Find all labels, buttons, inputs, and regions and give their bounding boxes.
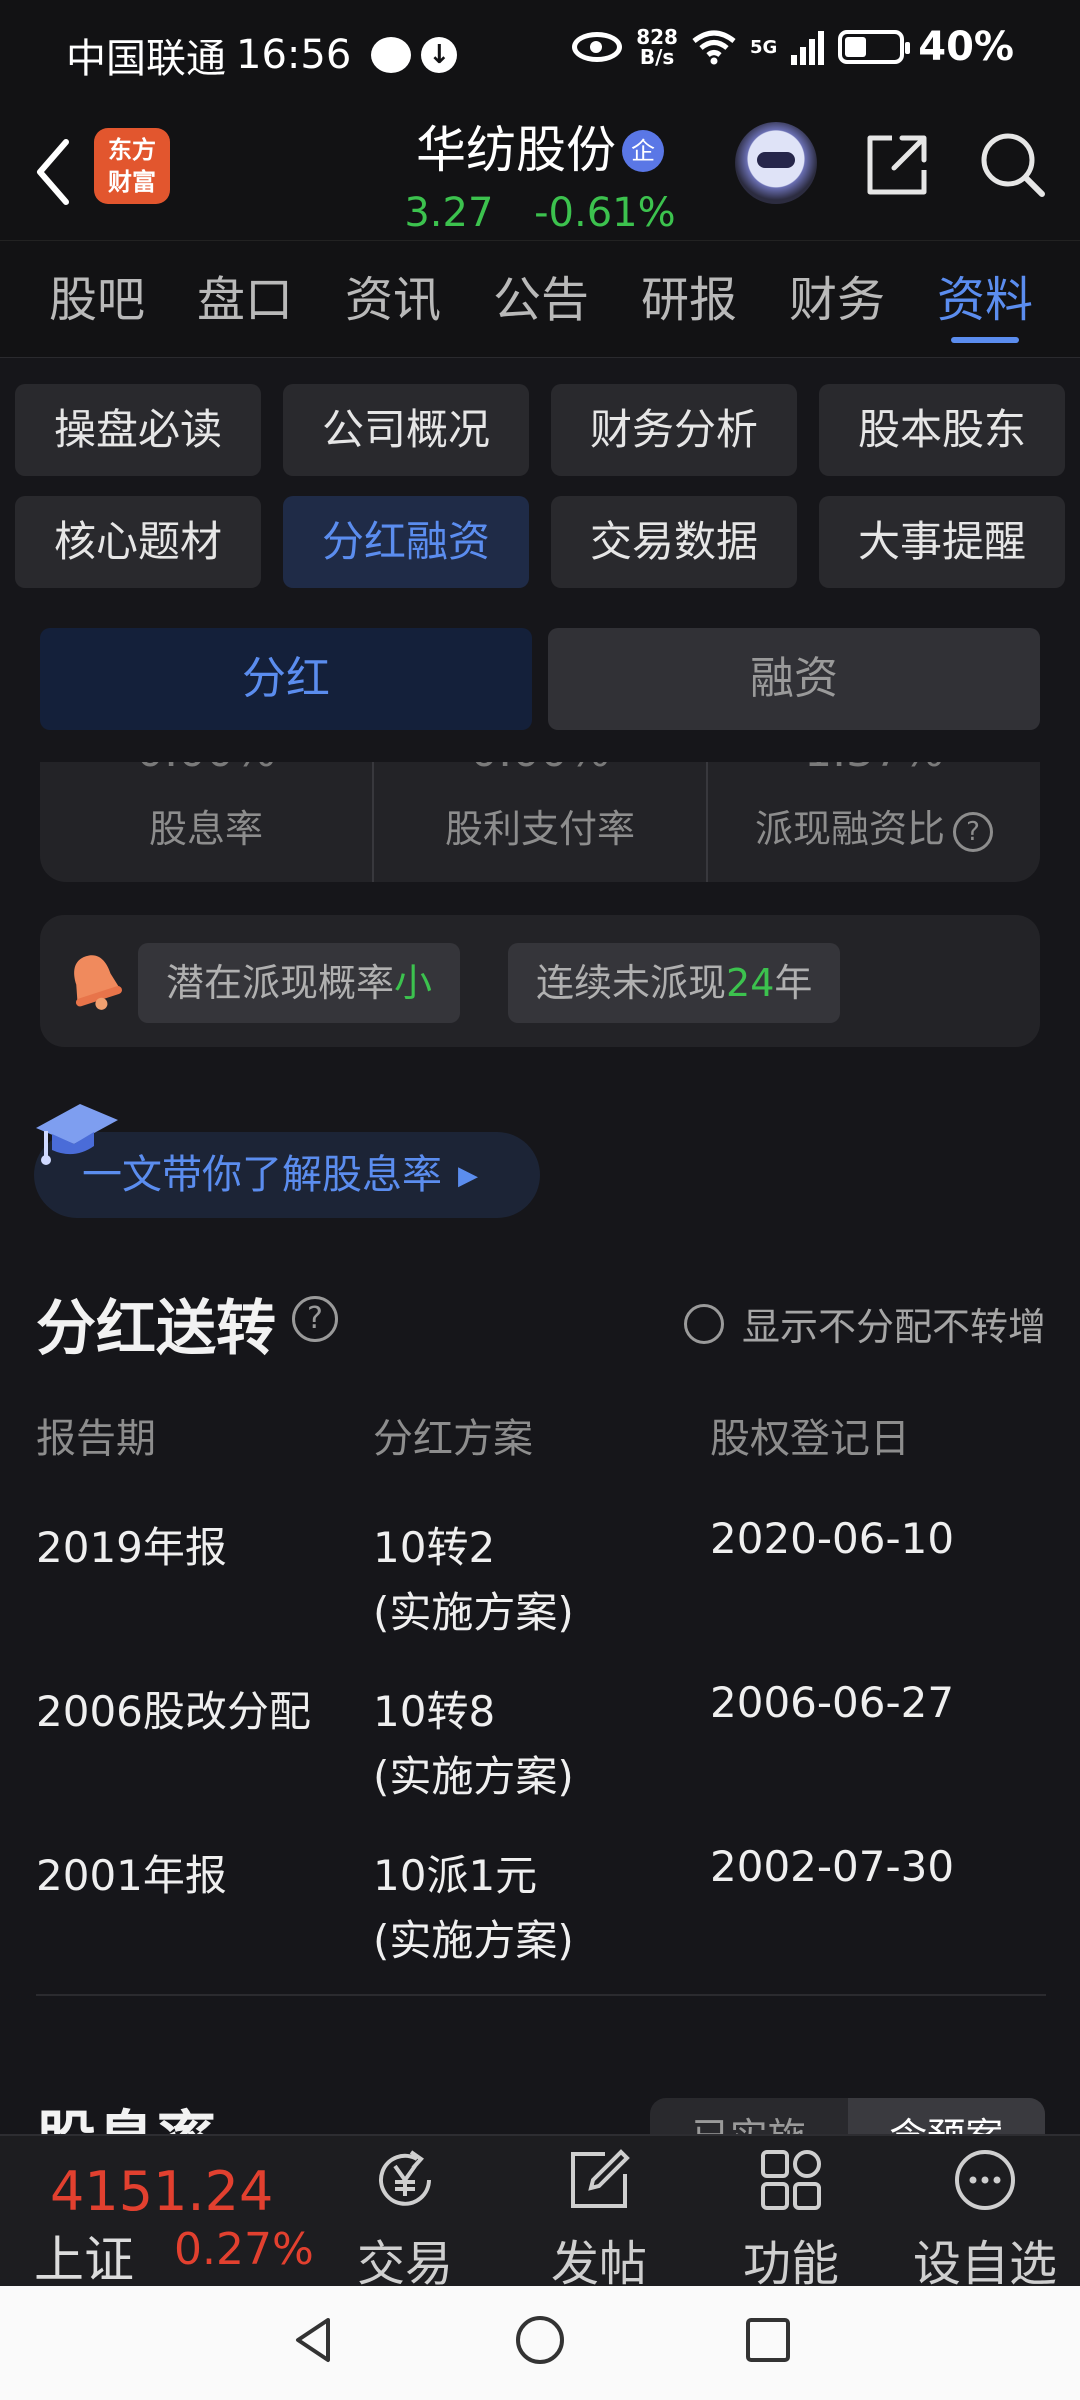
share-icon[interactable] bbox=[862, 130, 932, 200]
cell-period: 2006股改分配 bbox=[36, 1687, 311, 1736]
metric-value: 1.37% bbox=[708, 762, 1040, 777]
column-header: 股权登记日 bbox=[710, 1416, 910, 1462]
tab-pankou[interactable]: 盘口 bbox=[171, 241, 319, 357]
bell-icon bbox=[74, 955, 122, 1010]
eye-comfort-icon bbox=[572, 32, 623, 62]
tab-announcements[interactable]: 公告 bbox=[467, 241, 615, 357]
table-row[interactable]: 2001年报 10派1元 (实施方案) 2002-07-30 bbox=[36, 1842, 1046, 1968]
toggle-label: 显示不分配不转增 bbox=[741, 1305, 1046, 1349]
metric-payout-financing-ratio: 1.37% 派现融资比? bbox=[706, 762, 1040, 882]
cell-plan: 10派1元 (实施方案) bbox=[373, 1851, 574, 1965]
metric-value: 0.00% bbox=[374, 762, 706, 777]
nav-trade[interactable]: 交易 bbox=[330, 2146, 480, 2294]
main-tabs: 股吧 盘口 资讯 公告 研报 财务 资料 bbox=[0, 240, 1080, 358]
battery-icon bbox=[838, 30, 911, 64]
index-change: 0.27% bbox=[174, 2224, 314, 2275]
profile-subnav: 操盘必读 公司概况 财务分析 股本股东 核心题材 分红融资 交易数据 大事提醒 bbox=[15, 384, 1065, 588]
column-header: 报告期 bbox=[36, 1416, 156, 1462]
cell-plan: 10转8 (实施方案) bbox=[373, 1687, 574, 1801]
subnav-events[interactable]: 大事提醒 bbox=[819, 496, 1065, 588]
more-icon bbox=[955, 2150, 1015, 2210]
metric-value: 0.00% bbox=[40, 762, 372, 777]
column-header: 分红方案 bbox=[373, 1416, 533, 1462]
stock-price: 3.27 bbox=[404, 190, 494, 236]
segment-financing[interactable]: 融资 bbox=[548, 628, 1040, 730]
graduation-cap-icon bbox=[36, 1104, 118, 1165]
dividend-section-title: 分红送转 bbox=[36, 1294, 276, 1364]
subnav-core-themes[interactable]: 核心题材 bbox=[15, 496, 261, 588]
ai-assistant-icon[interactable] bbox=[735, 122, 817, 204]
system-navigation-bar bbox=[0, 2286, 1080, 2400]
clock: 16:56 bbox=[236, 32, 352, 78]
stock-header: 东方 财富 华纺股份企 3.27 -0.61% bbox=[0, 100, 1080, 240]
dividend-financing-switch: 分红 融资 bbox=[40, 628, 1040, 730]
system-back-icon[interactable] bbox=[284, 2310, 344, 2370]
payout-probability-chip[interactable]: 潜在派现概率小 bbox=[138, 943, 461, 1023]
payout-alert-card: 潜在派现概率小 连续未派现24年 bbox=[40, 915, 1040, 1047]
tab-research[interactable]: 研报 bbox=[615, 241, 763, 357]
stock-change: -0.61% bbox=[534, 190, 676, 236]
dividend-metrics-card: 0.00% 股息率 0.00% 股利支付率 1.37% 派现融资比? bbox=[40, 762, 1040, 882]
subnav-trading-data[interactable]: 交易数据 bbox=[551, 496, 797, 588]
subnav-shareholders[interactable]: 股本股东 bbox=[819, 384, 1065, 476]
help-icon[interactable]: ? bbox=[953, 811, 993, 852]
cell-period: 2001年报 bbox=[36, 1851, 227, 1900]
cell-record-date: 2006-06-27 bbox=[710, 1678, 955, 1727]
subnav-company-overview[interactable]: 公司概况 bbox=[283, 384, 529, 476]
enterprise-badge: 企 bbox=[622, 130, 664, 172]
cell-period: 2019年报 bbox=[36, 1523, 227, 1572]
cell-record-date: 2002-07-30 bbox=[710, 1842, 955, 1891]
compose-icon bbox=[571, 2149, 630, 2208]
grid-icon bbox=[761, 2150, 821, 2210]
status-bar: 中国联通 16:56 ↓ 828 B/s 5G 40% bbox=[0, 0, 1080, 100]
battery-percent: 40% bbox=[918, 24, 1014, 70]
cell-plan: 10转2 (实施方案) bbox=[373, 1523, 574, 1637]
tab-guba[interactable]: 股吧 bbox=[23, 241, 171, 357]
index-name: 上证 bbox=[34, 2231, 134, 2289]
metric-payout-ratio: 0.00% 股利支付率 bbox=[372, 762, 706, 882]
tab-profile[interactable]: 资料 bbox=[911, 241, 1059, 357]
yen-icon bbox=[379, 2150, 431, 2206]
carrier-label: 中国联通 bbox=[66, 36, 226, 82]
metric-dividend-yield: 0.00% 股息率 bbox=[40, 762, 372, 882]
search-icon[interactable] bbox=[978, 130, 1048, 200]
table-row[interactable]: 2019年报 10转2 (实施方案) 2020-06-10 bbox=[36, 1514, 1046, 1640]
metric-label: 股利支付率 bbox=[444, 807, 635, 851]
help-icon[interactable]: ? bbox=[292, 1296, 338, 1342]
stock-name: 华纺股份 bbox=[416, 121, 616, 179]
bottom-toolbar: 4151.24 上证 0.27% 交易 发帖 功能 设自选 bbox=[0, 2134, 1080, 2292]
nav-functions[interactable]: 功能 bbox=[716, 2146, 866, 2294]
system-recents-icon[interactable] bbox=[738, 2310, 798, 2370]
cell-record-date: 2020-06-10 bbox=[710, 1514, 955, 1563]
show-no-distribution-toggle[interactable]: 显示不分配不转增 bbox=[683, 1296, 1046, 1351]
signal-icon bbox=[791, 29, 825, 65]
download-notification-icon: ↓ bbox=[421, 37, 458, 73]
radio-icon[interactable] bbox=[683, 1303, 724, 1344]
table-row[interactable]: 2006股改分配 10转8 (实施方案) 2006-06-27 bbox=[36, 1678, 1046, 1804]
metric-label: 派现融资比? bbox=[708, 798, 1040, 853]
nav-post[interactable]: 发帖 bbox=[524, 2146, 674, 2294]
subnav-trading-must-read[interactable]: 操盘必读 bbox=[15, 384, 261, 476]
play-arrow-icon: ▶ bbox=[458, 1161, 478, 1191]
wifi-icon bbox=[692, 30, 736, 65]
system-home-icon[interactable] bbox=[510, 2310, 570, 2370]
divider bbox=[36, 1994, 1046, 1996]
nav-add-watchlist[interactable]: 设自选 bbox=[910, 2146, 1060, 2294]
tab-news[interactable]: 资讯 bbox=[319, 241, 467, 357]
dividend-table: 报告期 分红方案 股权登记日 2019年报 10转2 (实施方案) 2020-06… bbox=[36, 1406, 1046, 1968]
subnav-financial-analysis[interactable]: 财务分析 bbox=[551, 384, 797, 476]
status-right: 828 B/s 5G 40% bbox=[572, 24, 1014, 70]
network-type: 5G bbox=[749, 36, 778, 58]
network-speed: 828 B/s bbox=[636, 25, 678, 69]
chat-notification-icon bbox=[371, 37, 412, 73]
metric-label: 股息率 bbox=[148, 807, 263, 851]
table-header: 报告期 分红方案 股权登记日 bbox=[36, 1406, 1046, 1476]
status-left: 中国联通 16:56 ↓ bbox=[66, 26, 458, 84]
subnav-dividend-financing[interactable]: 分红融资 bbox=[283, 496, 529, 588]
index-value: 4151.24 bbox=[50, 2160, 274, 2223]
tab-finance[interactable]: 财务 bbox=[763, 241, 911, 357]
segment-dividend[interactable]: 分红 bbox=[40, 628, 532, 730]
no-payout-streak-chip[interactable]: 连续未派现24年 bbox=[508, 943, 841, 1023]
